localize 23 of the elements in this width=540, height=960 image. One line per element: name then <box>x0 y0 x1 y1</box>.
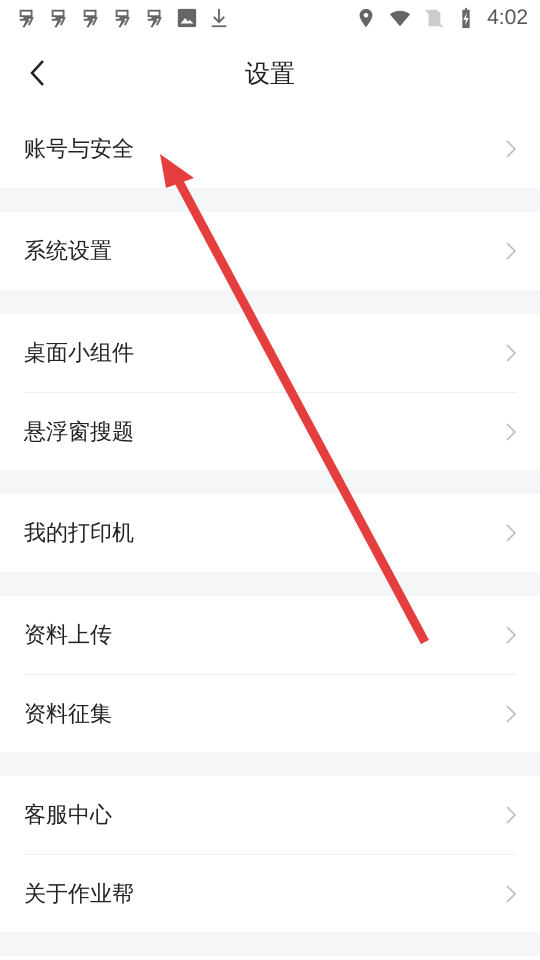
settings-item[interactable]: 桌面小组件 <box>24 338 134 368</box>
status-time: 4:02 <box>487 6 528 30</box>
chevron-icon <box>506 344 516 362</box>
settings-item[interactable]: 资料上传 <box>24 620 112 650</box>
settings-item[interactable]: 资料征集 <box>24 698 112 728</box>
back-chevron-icon <box>29 59 45 87</box>
settings-item[interactable]: 系统设置 <box>24 236 112 266</box>
no-sim-icon <box>423 7 446 29</box>
chevron-icon <box>506 140 516 158</box>
chevron-icon <box>506 704 516 722</box>
settings-item[interactable]: 悬浮窗搜题 <box>24 416 134 446</box>
chevron-icon <box>506 242 516 260</box>
chevron-icon <box>506 422 516 440</box>
chevron-icon <box>506 524 516 542</box>
settings-item[interactable]: 我的打印机 <box>24 518 134 548</box>
image-icon <box>176 7 198 29</box>
settings-item[interactable]: 客服中心 <box>24 800 112 830</box>
chevron-icon <box>506 806 516 824</box>
chevron-icon <box>506 626 516 644</box>
settings-item[interactable]: 账号与安全 <box>24 134 134 164</box>
settings-item[interactable]: 关于作业帮 <box>24 878 134 908</box>
page-title: 设置 <box>245 58 295 90</box>
chevron-icon <box>506 884 516 902</box>
